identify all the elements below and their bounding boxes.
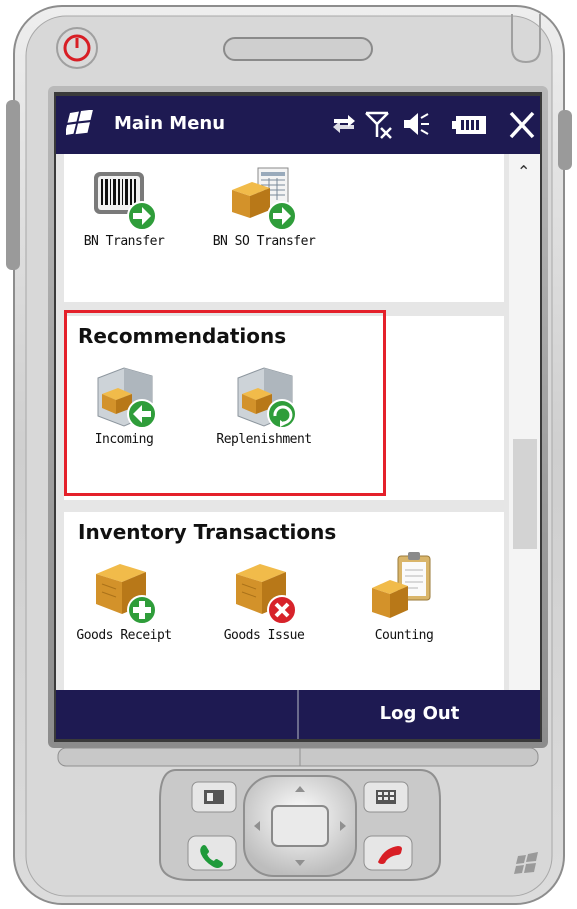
bn-panel: BN Transfer BN SO Transfer <box>64 154 504 302</box>
windows-start-icon[interactable] <box>66 110 96 138</box>
volume-muted-icon[interactable] <box>402 110 430 138</box>
scrollbar-thumb[interactable] <box>513 439 537 549</box>
left-softkey[interactable] <box>56 690 297 739</box>
title-bar: Main Menu <box>56 96 540 154</box>
goods-issue-item[interactable]: Goods Issue <box>204 556 324 643</box>
recommendations-highlight <box>64 310 386 496</box>
counting-item[interactable]: Counting <box>344 548 464 643</box>
box-add-icon <box>96 564 157 625</box>
clipboard-box-icon <box>372 552 431 618</box>
scroll-up-icon[interactable]: ⌃ <box>517 162 530 181</box>
bn-so-transfer-item[interactable]: BN SO Transfer <box>204 166 324 249</box>
vertical-scrollbar[interactable]: ⌃ ⌄ <box>509 154 540 728</box>
no-signal-icon[interactable] <box>364 110 394 140</box>
goods-receipt-label: Goods Receipt <box>76 628 172 643</box>
soft-key-bar: Log Out <box>56 690 540 739</box>
counting-label: Counting <box>374 628 434 643</box>
connectivity-icon[interactable] <box>330 110 358 138</box>
bn-transfer-item[interactable]: BN Transfer <box>64 166 184 249</box>
bn-so-transfer-label: BN SO Transfer <box>212 234 316 249</box>
box-remove-icon <box>236 564 297 625</box>
goods-receipt-item[interactable]: Goods Receipt <box>64 556 184 643</box>
battery-icon[interactable] <box>452 114 488 136</box>
goods-issue-label: Goods Issue <box>223 628 305 643</box>
log-out-button[interactable]: Log Out <box>299 690 540 739</box>
document-transfer-icon <box>232 167 297 231</box>
barcode-transfer-icon <box>94 172 157 231</box>
bn-transfer-label: BN Transfer <box>83 234 165 249</box>
close-icon[interactable] <box>508 110 536 140</box>
inventory-title: Inventory Transactions <box>78 520 337 544</box>
window-title: Main Menu <box>114 113 226 134</box>
